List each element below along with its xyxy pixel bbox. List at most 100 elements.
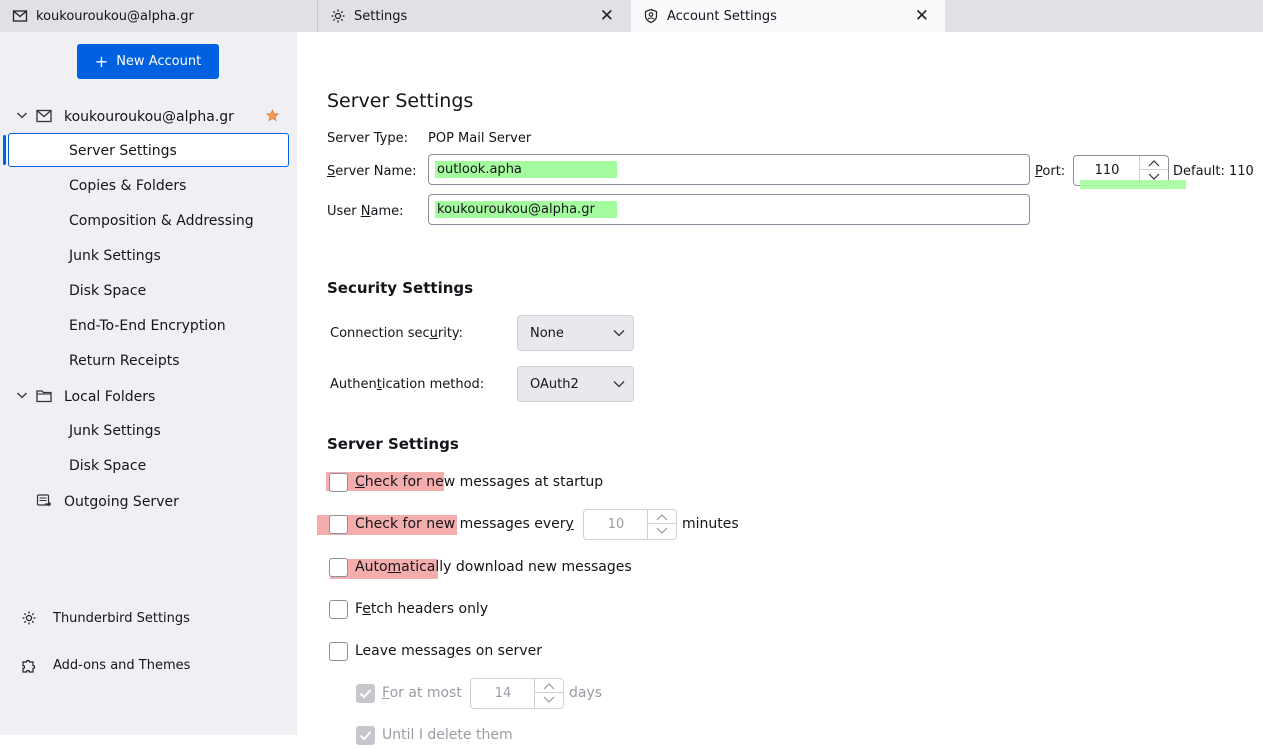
new-account-button[interactable]: + New Account: [77, 44, 219, 79]
auth-method-label: Authentication method:: [330, 377, 484, 392]
for-at-most-label-rest: or at most: [389, 685, 462, 701]
auto-download-label-pre: Auto: [355, 559, 388, 575]
auto-download-label-rest: atically download new messages: [401, 559, 632, 575]
security-settings-title: Security Settings: [327, 279, 474, 297]
days-decrement-button[interactable]: [535, 693, 563, 707]
auth-method-label-pre: Authen: [330, 377, 377, 392]
server-name-input[interactable]: outlook.apha: [428, 154, 1030, 185]
check-interval-decrement-button[interactable]: [648, 524, 676, 538]
auth-method-value: OAuth2: [530, 376, 579, 392]
chevron-down-icon: [613, 330, 625, 337]
fetch-headers-checkbox[interactable]: [329, 600, 348, 619]
sidebar-item-return-receipts[interactable]: Return Receipts: [69, 353, 180, 369]
fetch-headers-label-rest: tch headers only: [370, 601, 489, 617]
check-interval-stepper-buttons: [647, 510, 676, 539]
account-settings-icon: [644, 8, 658, 24]
connection-security-value: None: [530, 325, 564, 341]
server-name-value: outlook.apha: [435, 161, 617, 178]
check-every-label[interactable]: Check for new messages every: [355, 516, 574, 532]
check-startup-label[interactable]: Check for new messages at startup: [355, 474, 603, 490]
sidebar-item-local-disk-space[interactable]: Disk Space: [69, 458, 146, 474]
sidebar-account[interactable]: koukouroukou@alpha.gr: [0, 100, 297, 133]
connection-security-label: Connection security:: [330, 326, 463, 341]
auto-download-label[interactable]: Automatically download new messages: [355, 559, 632, 575]
sidebar-item-junk-settings[interactable]: Junk Settings: [69, 248, 161, 264]
sidebar: + New Account koukouroukou@alpha.gr Serv…: [0, 32, 297, 735]
port-highlight-marker: [1080, 180, 1186, 189]
leave-messages-label-pre: Leave messa: [355, 643, 447, 659]
sidebar-item-server-settings[interactable]: Server Settings: [69, 143, 177, 159]
until-delete-checkbox[interactable]: [356, 726, 375, 745]
auto-download-accesskey: m: [387, 559, 402, 575]
envelope-icon: [36, 109, 52, 123]
auto-download-checkbox[interactable]: [329, 558, 348, 577]
port-increment-button[interactable]: [1140, 156, 1168, 170]
check-interval-value: 10: [607, 517, 625, 532]
fetch-headers-label[interactable]: Fetch headers only: [355, 601, 488, 617]
for-at-most-accesskey: F: [382, 685, 390, 701]
sidebar-local-folders[interactable]: Local Folders: [0, 380, 297, 413]
days-label: days: [569, 685, 603, 701]
tab-account-settings-label: Account Settings: [667, 8, 777, 24]
sidebar-local-folders-label: Local Folders: [64, 388, 156, 405]
sidebar-item-disk-space[interactable]: Disk Space: [69, 283, 146, 299]
close-icon[interactable]: ✕: [915, 6, 929, 26]
leave-messages-label[interactable]: Leave messages on server: [355, 643, 542, 659]
user-name-input[interactable]: koukouroukou@alpha.gr: [428, 194, 1030, 225]
envelope-icon: [12, 10, 28, 22]
connection-security-select[interactable]: None: [517, 315, 634, 351]
chevron-down-icon: [613, 381, 625, 388]
check-every-checkbox[interactable]: [329, 515, 348, 534]
check-interval-increment-button[interactable]: [648, 510, 676, 524]
addons-themes-link[interactable]: Add-ons and Themes: [21, 657, 190, 673]
addons-themes-label: Add-ons and Themes: [53, 657, 191, 673]
leave-messages-label-rest: es on server: [455, 643, 542, 659]
check-every-label-pre: Check for new messages ever: [355, 516, 566, 532]
user-name-value: koukouroukou@alpha.gr: [435, 201, 617, 218]
server-name-label: Server Name:: [327, 164, 417, 179]
connection-security-label-rest: rity:: [437, 326, 464, 341]
leave-messages-checkbox[interactable]: [329, 642, 348, 661]
chevron-down-icon[interactable]: [16, 109, 28, 121]
tab-mail-label: koukouroukou@alpha.gr: [36, 8, 194, 24]
port-label-rest: ort:: [1042, 164, 1066, 179]
tab-account-settings[interactable]: Account Settings ✕: [631, 0, 945, 32]
sidebar-item-e2e-encryption[interactable]: End-To-End Encryption: [69, 318, 226, 334]
until-delete-label[interactable]: Until I delete them: [382, 727, 513, 743]
sidebar-outgoing-server-label: Outgoing Server: [64, 493, 179, 510]
tab-settings-label: Settings: [354, 8, 408, 24]
check-startup-checkbox[interactable]: [329, 473, 348, 492]
connection-security-label-pre: Connection sec: [330, 326, 430, 341]
check-startup-accesskey: C: [355, 474, 365, 490]
thunderbird-settings-link[interactable]: Thunderbird Settings: [21, 610, 190, 626]
server-name-label-rest: erver Name:: [335, 164, 417, 179]
fetch-headers-accesskey: e: [362, 601, 371, 617]
tab-mail[interactable]: koukouroukou@alpha.gr: [0, 0, 297, 32]
chevron-down-icon[interactable]: [16, 389, 28, 401]
server-settings-section-title: Server Settings: [327, 435, 459, 453]
account-settings-panel: Server Settings Server Type: POP Mail Se…: [297, 32, 1263, 745]
check-every-accesskey: y: [565, 516, 574, 532]
user-name-label-accesskey: N: [360, 204, 371, 219]
user-name-label: User Name:: [327, 204, 404, 219]
sidebar-outgoing-server[interactable]: Outgoing Server: [0, 485, 297, 518]
outgoing-server-icon: [36, 494, 52, 507]
sidebar-item-composition[interactable]: Composition & Addressing: [69, 213, 254, 229]
selection-indicator: [3, 135, 6, 165]
close-icon[interactable]: ✕: [600, 6, 614, 26]
for-at-most-label[interactable]: For at most: [382, 685, 462, 701]
check-interval-stepper[interactable]: 10: [583, 509, 677, 540]
days-stepper[interactable]: 14: [470, 678, 564, 709]
auth-method-select[interactable]: OAuth2: [517, 366, 634, 402]
port-default-label: Default: 110: [1173, 164, 1254, 179]
tab-bar: koukouroukou@alpha.gr Settings ✕ Account…: [0, 0, 1263, 32]
days-increment-button[interactable]: [535, 679, 563, 693]
plus-icon: +: [94, 52, 109, 71]
sidebar-item-copies-folders[interactable]: Copies & Folders: [69, 178, 186, 194]
server-type-value: POP Mail Server: [428, 131, 532, 146]
tab-settings[interactable]: Settings ✕: [317, 0, 630, 32]
user-name-label-pre: User: [327, 204, 361, 219]
sidebar-item-local-junk-settings[interactable]: Junk Settings: [69, 423, 161, 439]
for-at-most-checkbox[interactable]: [356, 684, 375, 703]
puzzle-icon: [22, 659, 36, 673]
